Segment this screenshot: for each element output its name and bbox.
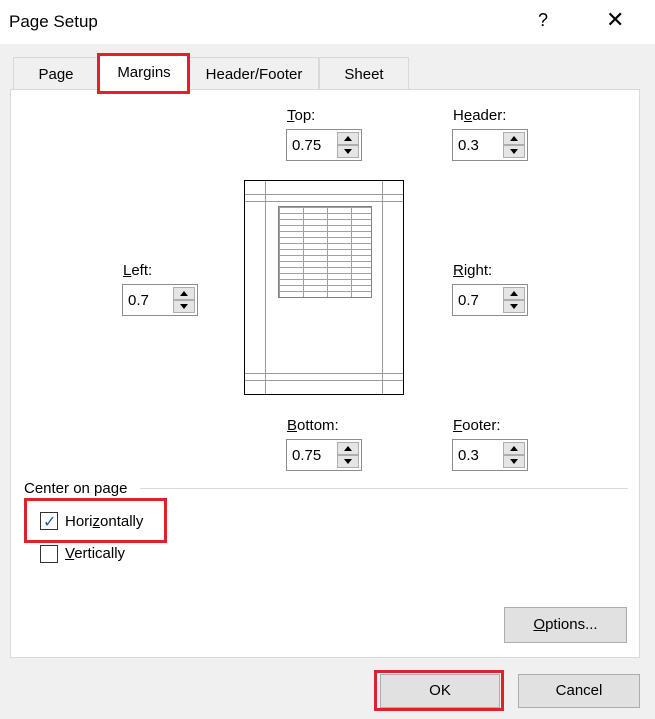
down-arrow-icon [180, 304, 188, 309]
title-bar [0, 0, 655, 44]
right-label: Right: [453, 262, 493, 279]
options-button[interactable]: Options... [504, 607, 627, 643]
preview-sheet-grid [278, 206, 372, 298]
down-arrow-icon [510, 304, 518, 309]
bottom-decrement-button[interactable] [337, 455, 359, 468]
bottom-margin-value[interactable]: 0.75 [292, 447, 321, 464]
right-decrement-button[interactable] [503, 300, 525, 313]
footer-increment-button[interactable] [503, 442, 525, 455]
up-arrow-icon [510, 446, 518, 451]
up-arrow-icon [344, 136, 352, 141]
header-margin-spinner[interactable]: 0.3 [452, 129, 528, 161]
up-arrow-icon [510, 136, 518, 141]
horizontally-label[interactable]: Horizontally [65, 513, 143, 530]
group-divider [140, 488, 628, 489]
down-arrow-icon [344, 149, 352, 154]
left-margin-value[interactable]: 0.7 [128, 292, 149, 309]
preview-right-margin-line [382, 181, 383, 394]
up-arrow-icon [180, 291, 188, 296]
down-arrow-icon [510, 149, 518, 154]
preview-footer-line [245, 380, 403, 381]
up-arrow-icon [344, 446, 352, 451]
top-margin-spinner[interactable]: 0.75 [286, 129, 362, 161]
tab-sheet[interactable]: Sheet [319, 57, 409, 90]
left-margin-spinner[interactable]: 0.7 [122, 284, 198, 316]
center-on-page-label: Center on page [24, 480, 128, 497]
tab-page[interactable]: Page [13, 57, 99, 90]
header-label: Header: [453, 107, 507, 124]
left-label: Left: [123, 262, 153, 279]
vertically-label[interactable]: Vertically [65, 545, 125, 562]
down-arrow-icon [344, 459, 352, 464]
top-label-rest: op: [294, 107, 316, 124]
help-icon[interactable]: ? [538, 10, 548, 31]
footer-margin-spinner[interactable]: 0.3 [452, 439, 528, 471]
close-icon[interactable]: ✕ [606, 8, 624, 33]
bottom-increment-button[interactable] [337, 442, 359, 455]
preview-left-margin-line [265, 181, 266, 394]
tab-margins[interactable]: Margins [99, 55, 189, 90]
top-increment-button[interactable] [337, 132, 359, 145]
footer-decrement-button[interactable] [503, 455, 525, 468]
cancel-button[interactable]: Cancel [518, 674, 640, 708]
top-label: Top: [287, 107, 316, 124]
ok-button[interactable]: OK [380, 674, 500, 708]
vertically-checkbox[interactable] [40, 545, 58, 563]
footer-margin-value[interactable]: 0.3 [458, 447, 479, 464]
tab-header-footer[interactable]: Header/Footer [189, 57, 319, 90]
preview-top-margin-line [245, 201, 403, 202]
right-margin-spinner[interactable]: 0.7 [452, 284, 528, 316]
page-preview [244, 180, 404, 395]
header-margin-value[interactable]: 0.3 [458, 137, 479, 154]
header-decrement-button[interactable] [503, 145, 525, 158]
bottom-margin-spinner[interactable]: 0.75 [286, 439, 362, 471]
header-increment-button[interactable] [503, 132, 525, 145]
right-margin-value[interactable]: 0.7 [458, 292, 479, 309]
left-increment-button[interactable] [173, 287, 195, 300]
right-increment-button[interactable] [503, 287, 525, 300]
up-arrow-icon [510, 291, 518, 296]
checkmark-icon: ✓ [43, 512, 57, 531]
top-margin-value[interactable]: 0.75 [292, 137, 321, 154]
preview-header-line [245, 194, 403, 195]
horizontally-checkbox[interactable]: ✓ [40, 512, 58, 531]
top-decrement-button[interactable] [337, 145, 359, 158]
down-arrow-icon [510, 459, 518, 464]
bottom-label: Bottom: [287, 417, 339, 434]
left-decrement-button[interactable] [173, 300, 195, 313]
preview-bottom-margin-line [245, 373, 403, 374]
footer-label: Footer: [453, 417, 501, 434]
window-title: Page Setup [9, 12, 98, 31]
